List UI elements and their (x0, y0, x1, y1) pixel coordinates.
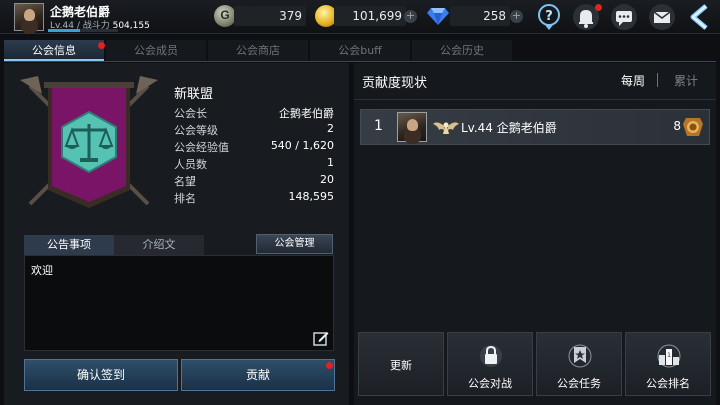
tab-notice[interactable]: 公告事项 (24, 235, 114, 255)
guild-mission-button[interactable]: 公会任务 (536, 332, 622, 396)
gold-value: 101,699 (352, 9, 402, 23)
add-gold-button[interactable]: + (404, 10, 417, 23)
tab-alert-dot (98, 42, 105, 49)
notice-board: 欢迎 (24, 255, 334, 351)
refresh-button[interactable]: 更新 (358, 332, 444, 396)
guild-emblem (16, 72, 162, 218)
edit-icon[interactable] (313, 330, 329, 346)
top-bar: 企鹅老伯爵 Lv.44 / 战斗力 504,155 379 101,699 + … (0, 0, 720, 34)
mission-flag-icon (568, 343, 592, 369)
tab-divider (4, 61, 716, 62)
notice-text: 欢迎 (31, 264, 53, 277)
info-value: 2 (327, 122, 334, 135)
info-key: 公会等级 (174, 124, 218, 137)
gem-value: 258 (483, 9, 506, 23)
podium-icon: 1 (657, 343, 681, 369)
notification-dot (595, 4, 602, 11)
tab-guild-buff[interactable]: 公会buff (310, 40, 410, 61)
tab-guild-info[interactable]: 公会信息 (4, 40, 104, 61)
info-value: 20 (320, 173, 334, 186)
period-separator (657, 73, 658, 87)
player-xp-fill (48, 29, 80, 32)
gem-counter: 258 (450, 6, 510, 26)
gem-icon (427, 7, 449, 25)
g-coin-value: 379 (279, 9, 302, 23)
guild-name: 新联盟 (174, 87, 214, 102)
g-coin-icon (214, 5, 236, 27)
avatar (397, 112, 427, 142)
chat-icon[interactable] (610, 3, 638, 31)
table-row[interactable]: 1 Lv.44 企鹅老伯爵 8 (360, 109, 710, 145)
contribution-divider (354, 99, 716, 100)
guild-war-label: 公会对战 (468, 377, 512, 390)
guild-ranking-label: 公会排名 (646, 377, 690, 390)
svg-text:?: ? (545, 9, 553, 24)
info-value: 1 (327, 156, 334, 169)
info-value: 148,595 (288, 190, 335, 203)
tab-weekly[interactable]: 每周 (621, 72, 645, 89)
player-power: 504,155 (112, 21, 150, 31)
info-key: 公会长 (174, 107, 207, 120)
info-value: 540 / 1,620 (270, 139, 334, 152)
contribution-panel: 贡献度现状 每周 累计 1 Lv.44 企鹅老伯爵 8 更新 公会对战 公会任务… (354, 63, 716, 405)
contribution-title: 贡献度现状 (362, 76, 428, 91)
guild-info-panel: 新联盟 公会长 企鹅老伯爵 公会等级 2 公会经验值 540 / 1,620 人员数 1… (4, 63, 349, 405)
rank-number: 1 (374, 118, 383, 134)
guild-banner-icon (20, 76, 158, 208)
player-xp-bar (48, 29, 118, 32)
member-name: Lv.44 企鹅老伯爵 (461, 121, 557, 135)
back-icon[interactable] (686, 3, 714, 31)
member-score: 8 (673, 119, 681, 133)
mail-icon[interactable] (648, 3, 676, 31)
guild-mission-label: 公会任务 (557, 377, 601, 390)
tab-guild-shop[interactable]: 公会商店 (208, 40, 308, 61)
donate-alert-dot (326, 362, 333, 369)
tab-guild-history[interactable]: 公会历史 (412, 40, 512, 61)
checkin-button[interactable]: 确认签到 (24, 359, 178, 391)
add-gems-button[interactable]: + (510, 10, 523, 23)
tab-introduction[interactable]: 介绍文 (114, 235, 204, 255)
guild-ranking-button[interactable]: 1 公会排名 (625, 332, 711, 396)
info-key: 名望 (174, 175, 196, 188)
help-icon[interactable]: ? (535, 3, 563, 31)
svg-text:1: 1 (667, 352, 671, 359)
g-coin-counter: 379 (234, 6, 306, 26)
refresh-label: 更新 (390, 359, 412, 372)
guild-tabs: 公会信息 公会成员 公会商店 公会buff 公会历史 (4, 40, 716, 61)
guild-medal-icon (683, 116, 703, 138)
wings-rank-icon (433, 118, 459, 136)
gold-counter: 101,699 (334, 6, 406, 26)
tab-guild-members[interactable]: 公会成员 (106, 40, 206, 61)
lock-icon (479, 343, 503, 369)
info-key: 人员数 (174, 158, 207, 171)
info-value: 企鹅老伯爵 (279, 107, 334, 120)
donate-button[interactable]: 贡献 (181, 359, 335, 391)
player-avatar[interactable] (14, 3, 44, 31)
info-key: 排名 (174, 192, 196, 205)
tab-cumulative[interactable]: 累计 (674, 72, 698, 89)
guild-war-button[interactable]: 公会对战 (447, 332, 533, 396)
guild-manage-button[interactable]: 公会管理 (256, 234, 333, 254)
info-key: 公会经验值 (174, 141, 229, 154)
